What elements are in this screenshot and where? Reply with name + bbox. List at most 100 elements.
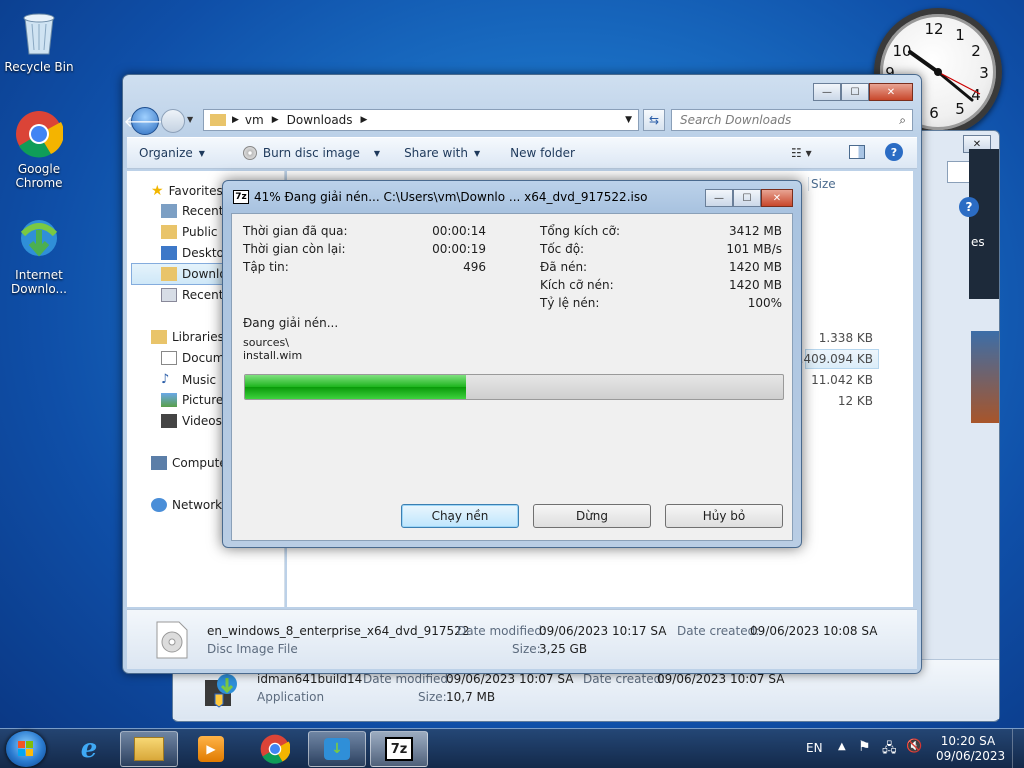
- dialog-window-controls: — ☐ ✕: [705, 189, 793, 207]
- pictures-icon: [161, 393, 177, 407]
- preview-pane-icon[interactable]: [849, 145, 865, 159]
- pause-button-label: Dừng: [575, 509, 609, 523]
- nav-computer[interactable]: Compute: [151, 456, 227, 470]
- minimize-button[interactable]: —: [813, 83, 841, 101]
- taskbar-7zip-button[interactable]: 7z: [370, 731, 428, 767]
- language-indicator[interactable]: EN: [806, 741, 823, 755]
- nav-downloads[interactable]: Downlo: [161, 267, 227, 281]
- share-with-button[interactable]: Share with ▼: [392, 146, 492, 160]
- network-tray-icon[interactable]: 🖧: [882, 739, 897, 761]
- nav-videos-label: Videos: [182, 414, 222, 428]
- details-filename: en_windows_8_enterprise_x64_dvd_917522: [207, 624, 470, 638]
- start-button[interactable]: [6, 731, 46, 767]
- nav-public[interactable]: Public: [161, 225, 218, 239]
- nav-recent[interactable]: Recent: [161, 288, 223, 302]
- maximize-button[interactable]: ☐: [841, 83, 869, 101]
- downloads-folder-icon: [161, 267, 177, 281]
- desktop-icon-recycle-bin[interactable]: Recycle Bin: [1, 8, 77, 74]
- details-modified-label: Date modified:: [363, 672, 453, 686]
- internet-explorer-icon: e: [80, 734, 98, 764]
- nav-videos[interactable]: Videos: [161, 414, 222, 428]
- details-modified-label: Date modified:: [457, 624, 547, 638]
- view-options-icon[interactable]: ☷ ▾: [791, 146, 812, 160]
- new-folder-button[interactable]: New folder: [498, 146, 587, 160]
- taskbar-explorer-button[interactable]: [120, 731, 178, 767]
- breadcrumb-downloads[interactable]: Downloads: [287, 113, 353, 127]
- libraries-icon: [151, 330, 167, 344]
- back-button[interactable]: 🡐: [124, 107, 166, 135]
- folder-icon: [210, 114, 226, 126]
- dialog-close-button[interactable]: ✕: [761, 189, 793, 207]
- details-size-value: 3,25 GB: [539, 642, 588, 656]
- remaining-label: Thời gian còn lại:: [243, 242, 346, 256]
- extraction-dialog[interactable]: 7z 41% Đang giải nén... C:\Users\vm\Down…: [222, 180, 802, 548]
- dialog-maximize-button[interactable]: ☐: [733, 189, 761, 207]
- help-icon[interactable]: ?: [885, 143, 903, 161]
- cancel-button[interactable]: Hủy bỏ: [665, 504, 783, 528]
- details-size-label: Size:: [512, 642, 541, 656]
- nav-pictures[interactable]: Pictures: [161, 393, 230, 407]
- processed-label: Đã nén:: [540, 260, 588, 274]
- dialog-minimize-button[interactable]: —: [705, 189, 733, 207]
- breadcrumb-vm[interactable]: vm: [245, 113, 264, 127]
- search-input[interactable]: Search Downloads ⌕: [671, 109, 913, 131]
- recent-pages-chevron-icon[interactable]: ▼: [187, 115, 193, 124]
- forward-button[interactable]: [161, 109, 185, 133]
- taskbar-idm-button[interactable]: ↓: [308, 731, 366, 767]
- files-value: 496: [463, 260, 486, 274]
- star-icon: ★: [151, 183, 164, 199]
- details-filetype: Application: [257, 690, 325, 704]
- column-header-size[interactable]: Size: [808, 177, 836, 191]
- show-desktop-button[interactable]: [1012, 729, 1024, 768]
- organize-label: Organize: [139, 146, 193, 160]
- taskbar-ie-button[interactable]: e: [60, 731, 118, 767]
- recent-icon: [161, 288, 177, 302]
- back-thumbnail: [971, 331, 999, 423]
- remaining-value: 00:00:19: [432, 242, 486, 256]
- details-modified-value: 09/06/2023 10:07 SA: [446, 672, 574, 686]
- address-bar[interactable]: ▶ vm ▶ Downloads ▶ ▼: [203, 109, 639, 131]
- share-label: Share with: [404, 146, 468, 160]
- recycle-bin-icon: [15, 8, 63, 56]
- taskbar-chrome-button[interactable]: [246, 731, 304, 767]
- background-button[interactable]: Chạy nền: [401, 504, 519, 528]
- chrome-label: Google Chrome: [15, 162, 63, 190]
- desktop-icon-idm[interactable]: Internet Downlo...: [1, 216, 77, 296]
- show-hidden-icons-icon[interactable]: ▲: [838, 741, 846, 752]
- burn-label: Burn disc image: [262, 146, 360, 160]
- burn-disc-image-button[interactable]: Burn disc image ▼: [231, 146, 392, 160]
- pause-button[interactable]: Dừng: [533, 504, 651, 528]
- nav-favorites[interactable]: ★ Favorites: [151, 183, 223, 199]
- speed-label: Tốc độ:: [540, 242, 585, 256]
- nav-music[interactable]: ♪ Music: [161, 372, 216, 387]
- packed-size-label: Kích cỡ nén:: [540, 278, 614, 292]
- taskbar-media-player-button[interactable]: ▶: [182, 731, 240, 767]
- ratio-value: 100%: [747, 296, 782, 310]
- computer-icon: [151, 456, 167, 470]
- desktop-icon-chrome[interactable]: Google Chrome: [1, 110, 77, 190]
- status-text: Đang giải nén...: [243, 316, 339, 330]
- close-button[interactable]: ✕: [869, 83, 913, 101]
- clock-date: 09/06/2023: [936, 749, 1006, 763]
- refresh-button[interactable]: ⇆: [643, 109, 665, 131]
- search-icon: ⌕: [899, 113, 906, 127]
- nav-desktop[interactable]: Desktop: [161, 246, 232, 260]
- address-dropdown-icon[interactable]: ▼: [625, 115, 632, 125]
- file-size: 12 KB: [837, 394, 873, 408]
- nav-recent-label: Recent: [182, 288, 224, 302]
- volume-muted-icon[interactable]: 🔇: [906, 739, 922, 754]
- system-clock[interactable]: 10:20 SA 09/06/2023: [936, 734, 1006, 764]
- 7zip-icon: 7z: [385, 737, 413, 761]
- folder-icon: [161, 225, 177, 239]
- window-controls: — ☐ ✕: [813, 83, 913, 101]
- documents-icon: [161, 351, 177, 365]
- nav-network[interactable]: Network: [151, 498, 222, 512]
- nav-libraries[interactable]: Libraries: [151, 330, 224, 344]
- chevron-down-icon: ▼: [373, 148, 381, 158]
- organize-button[interactable]: Organize ▼: [127, 146, 217, 160]
- action-center-flag-icon[interactable]: ⚑: [858, 739, 871, 755]
- processed-value: 1420 MB: [729, 260, 782, 274]
- help-icon[interactable]: ?: [959, 197, 979, 217]
- details-size-value: 10,7 MB: [446, 690, 496, 704]
- file-size: 1.338 KB: [818, 331, 873, 345]
